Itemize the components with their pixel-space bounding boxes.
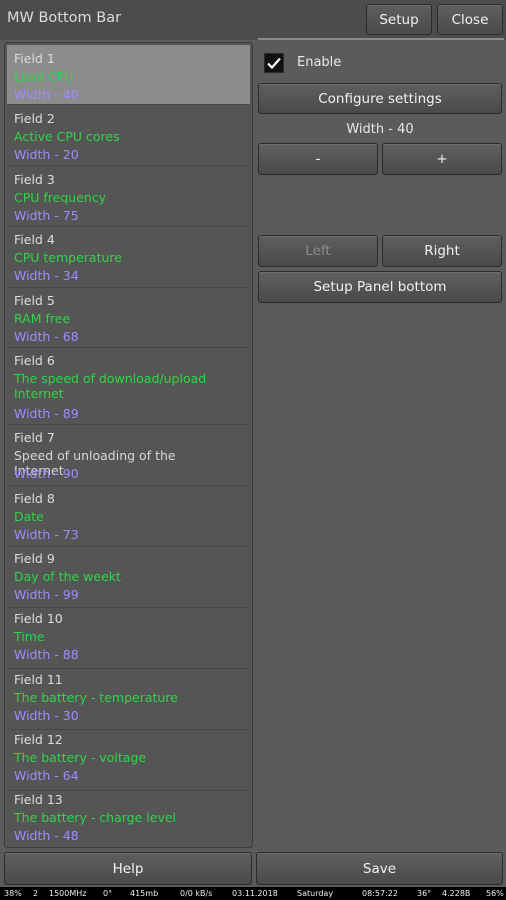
setup-button[interactable]: Setup	[366, 4, 432, 35]
field-number: Field 8	[14, 491, 55, 506]
status-ram: 415mb	[130, 889, 159, 898]
list-item[interactable]: Field 12 The battery - voltage Width - 6…	[7, 731, 250, 791]
field-name: CPU temperature	[14, 250, 122, 265]
field-number: Field 5	[14, 293, 55, 308]
field-number: Field 12	[14, 732, 63, 747]
list-item[interactable]: Field 13 The battery - charge level Widt…	[7, 792, 250, 847]
status-net: 0/0 kB/s	[180, 889, 213, 898]
field-number: Field 7	[14, 430, 55, 445]
field-width: Width - 30	[14, 708, 79, 723]
move-right-button[interactable]: Right	[382, 235, 502, 267]
field-width: Width - 75	[14, 208, 79, 223]
field-name: RAM free	[14, 311, 71, 326]
field-name: Load CPU	[14, 69, 74, 84]
status-cpu-cores: 2	[33, 889, 39, 898]
field-list[interactable]: Field 1 Load CPU Width - 40 Field 2 Acti…	[4, 42, 253, 848]
field-name: The battery - voltage	[14, 750, 147, 765]
list-item[interactable]: Field 4 CPU temperature Width - 34	[7, 228, 250, 288]
field-number: Field 9	[14, 551, 55, 566]
enable-checkbox[interactable]	[264, 53, 284, 73]
status-time: 08:57:22	[362, 889, 398, 898]
status-cpu-load: 38%	[4, 889, 22, 898]
list-item[interactable]: Field 2 Active CPU cores Width - 20	[7, 106, 250, 166]
field-width: Width - 99	[14, 587, 79, 602]
list-item[interactable]: Field 8 Date Width - 73	[7, 487, 250, 547]
field-number: Field 11	[14, 672, 63, 687]
status-day: Saturday	[297, 889, 334, 898]
field-name: Day of the weekt	[14, 569, 121, 584]
field-name: Date	[14, 509, 44, 524]
app-title: MW Bottom Bar	[7, 10, 122, 26]
field-number: Field 13	[14, 792, 63, 807]
field-width: Width - 68	[14, 329, 79, 344]
field-number: Field 1	[14, 51, 55, 66]
checkmark-icon	[267, 57, 281, 70]
close-button[interactable]: Close	[437, 4, 503, 35]
field-name: Active CPU cores	[14, 129, 120, 144]
width-decrease-button[interactable]: -	[258, 143, 378, 175]
field-name: The speed of download/upload Internet	[14, 371, 207, 401]
list-item[interactable]: Field 10 Time Width - 88	[7, 609, 250, 669]
list-item[interactable]: Field 3 CPU frequency Width - 75	[7, 167, 250, 227]
status-cpu-temp: 0°	[103, 889, 113, 898]
field-width: Width - 20	[14, 147, 79, 162]
list-item[interactable]: Field 9 Day of the weekt Width - 99	[7, 548, 250, 608]
list-item[interactable]: Field 1 Load CPU Width - 40	[7, 45, 250, 105]
enable-label: Enable	[297, 55, 342, 70]
field-number: Field 10	[14, 611, 63, 626]
field-width: Width - 73	[14, 527, 79, 542]
field-name: The battery - temperature	[14, 690, 178, 705]
status-date: 03.11.2018	[232, 889, 278, 898]
width-value-label: Width - 40	[346, 122, 414, 137]
field-width: Width - 40	[14, 87, 79, 102]
list-item[interactable]: Field 6 The speed of download/upload Int…	[7, 349, 250, 425]
field-width: Width - 48	[14, 828, 79, 843]
title-divider	[258, 38, 504, 40]
status-battery-level: 56%	[486, 889, 504, 898]
help-button[interactable]: Help	[4, 852, 252, 885]
field-width: Width - 88	[14, 647, 79, 662]
field-name: The battery - charge level	[14, 810, 176, 825]
field-name: CPU frequency	[14, 190, 107, 205]
field-number: Field 6	[14, 353, 55, 368]
field-width: Width - 89	[14, 406, 79, 421]
field-number: Field 4	[14, 232, 55, 247]
bottom-status-bar: 38% 2 1500MHz 0° 415mb 0/0 kB/s 03.11.20…	[0, 887, 506, 900]
field-name: Time	[14, 629, 45, 644]
field-number: Field 2	[14, 111, 55, 126]
width-increase-button[interactable]: +	[382, 143, 502, 175]
title-bar: MW Bottom Bar Setup Close	[0, 0, 506, 40]
field-width: Width - 34	[14, 268, 79, 283]
list-item[interactable]: Field 11 The battery - temperature Width…	[7, 670, 250, 730]
list-item[interactable]: Field 5 RAM free Width - 68	[7, 289, 250, 348]
field-width: Width - 90	[14, 466, 79, 481]
list-item[interactable]: Field 7 Speed of unloading of the Intern…	[7, 426, 250, 486]
move-left-button[interactable]: Left	[258, 235, 378, 267]
field-width: Width - 64	[14, 768, 79, 783]
setup-panel-bottom-button[interactable]: Setup Panel bottom	[258, 271, 502, 303]
status-battery-temp: 36°	[417, 889, 432, 898]
field-number: Field 3	[14, 172, 55, 187]
status-cpu-freq: 1500MHz	[49, 889, 87, 898]
save-button[interactable]: Save	[256, 852, 503, 885]
status-battery-voltage: 4.228B	[442, 889, 471, 898]
configure-settings-button[interactable]: Configure settings	[258, 83, 502, 114]
